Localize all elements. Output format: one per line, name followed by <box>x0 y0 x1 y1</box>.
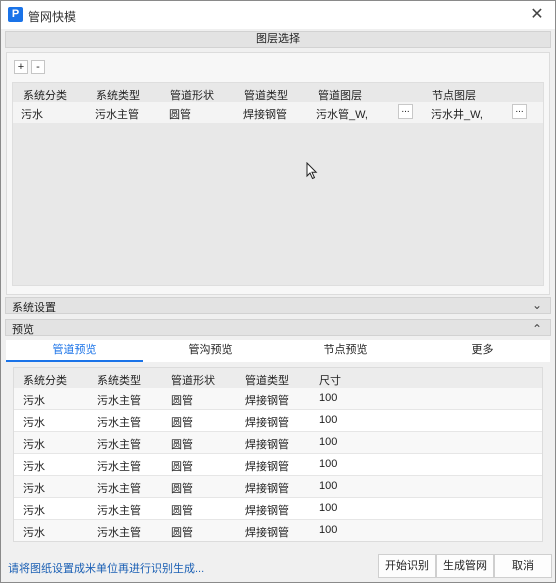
generate-network-button[interactable]: 生成管网 <box>436 554 494 578</box>
table-row[interactable]: 污水 污水主管 圆管 焊接钢管 100 <box>14 454 542 476</box>
layer-grid: 系统分类 系统类型 管道形状 管道类型 管道图层 节点图层 污水 污水主管 圆管… <box>12 82 544 286</box>
remove-row-button[interactable]: - <box>31 60 45 74</box>
tab-trench-preview[interactable]: 管沟预览 <box>143 340 278 362</box>
column-header: 管道形状 <box>170 90 214 102</box>
mouse-pointer-icon <box>306 162 318 180</box>
column-header: 管道类型 <box>244 90 288 102</box>
column-header: 系统类型 <box>97 375 141 387</box>
system-category-cell: 污水 <box>23 505 45 517</box>
column-header: 管道类型 <box>245 375 289 387</box>
system-category-cell: 污水 <box>23 527 45 539</box>
system-settings-header[interactable]: 系统设置 ⌄ <box>5 297 551 314</box>
system-type-cell: 污水主管 <box>97 439 141 451</box>
system-type-cell: 污水主管 <box>97 461 141 473</box>
start-recognition-button[interactable]: 开始识别 <box>378 554 436 578</box>
preview-header[interactable]: 预览 ⌃ <box>5 319 551 336</box>
pipe-type-cell: 焊接钢管 <box>245 417 289 429</box>
pipe-shape-cell: 圆管 <box>171 527 193 539</box>
layer-select-header: 图层选择 <box>5 31 551 48</box>
pipe-shape-cell: 圆管 <box>171 417 193 429</box>
table-row[interactable]: 污水 污水主管 圆管 焊接钢管 100 <box>14 476 542 498</box>
layer-row[interactable]: 污水 污水主管 圆管 焊接钢管 污水管_W, ... 污水井_W, ... <box>13 102 543 123</box>
table-row[interactable]: 污水 污水主管 圆管 焊接钢管 100 <box>14 432 542 454</box>
preview-table-header: 系统分类 系统类型 管道形状 管道类型 尺寸 <box>14 368 542 388</box>
column-header: 系统类型 <box>96 90 140 102</box>
pipe-layer-browse-button[interactable]: ... <box>398 104 413 119</box>
pipe-layer-cell[interactable]: 污水管_W, <box>316 106 368 122</box>
size-cell: 100 <box>319 392 338 404</box>
system-type-cell: 污水主管 <box>97 527 141 539</box>
unit-hint-text: 请将图纸设置成米单位再进行识别生成... <box>8 563 205 575</box>
table-row[interactable]: 污水 污水主管 圆管 焊接钢管 100 <box>14 498 542 520</box>
pipe-type-cell: 焊接钢管 <box>245 439 289 451</box>
system-settings-label: 系统设置 <box>12 302 56 314</box>
system-category-cell: 污水 <box>23 439 45 451</box>
column-header: 尺寸 <box>319 375 341 387</box>
pipe-type-cell: 焊接钢管 <box>243 109 287 121</box>
pipe-shape-cell: 圆管 <box>171 461 193 473</box>
window-title: 管网快模 <box>28 10 77 24</box>
table-row[interactable]: 污水 污水主管 圆管 焊接钢管 100 <box>14 520 542 541</box>
close-icon: ✕ <box>530 6 544 23</box>
system-type-cell: 污水主管 <box>97 395 141 407</box>
dialog-window: P 管网快模 ✕ 图层选择 + - 系统分类 系统类型 管道形状 管道类型 管道… <box>0 0 556 583</box>
column-header: 管道形状 <box>171 375 215 387</box>
size-cell: 100 <box>319 458 338 470</box>
pipe-shape-cell: 圆管 <box>171 395 193 407</box>
chevron-down-icon: ⌄ <box>531 298 542 312</box>
tab-node-preview[interactable]: 节点预览 <box>278 340 413 362</box>
system-category-cell: 污水 <box>23 417 45 429</box>
column-header: 节点图层 <box>432 90 476 102</box>
pipe-shape-cell: 圆管 <box>169 109 191 121</box>
pipe-type-cell: 焊接钢管 <box>245 527 289 539</box>
pipe-type-cell: 焊接钢管 <box>245 395 289 407</box>
size-cell: 100 <box>319 414 338 426</box>
layer-grid-header: 系统分类 系统类型 管道形状 管道类型 管道图层 节点图层 <box>13 84 543 102</box>
table-row[interactable]: 污水 污水主管 圆管 焊接钢管 100 <box>14 410 542 432</box>
pipe-shape-cell: 圆管 <box>171 439 193 451</box>
size-cell: 100 <box>319 502 338 514</box>
system-category-cell: 污水 <box>23 395 45 407</box>
chevron-up-icon: ⌃ <box>531 322 542 336</box>
system-type-cell: 污水主管 <box>95 109 139 121</box>
system-type-cell: 污水主管 <box>97 417 141 429</box>
tab-pipe-preview[interactable]: 管道预览 <box>6 340 143 362</box>
system-type-cell: 污水主管 <box>97 483 141 495</box>
node-layer-browse-button[interactable]: ... <box>512 104 527 119</box>
system-category-cell: 污水 <box>23 461 45 473</box>
size-cell: 100 <box>319 480 338 492</box>
pipe-type-cell: 焊接钢管 <box>245 505 289 517</box>
title-bar: P 管网快模 ✕ <box>1 1 555 29</box>
system-category-cell: 污水 <box>21 109 43 121</box>
layer-select-title: 图层选择 <box>256 33 300 45</box>
column-header: 管道图层 <box>318 90 362 102</box>
pipe-type-cell: 焊接钢管 <box>245 461 289 473</box>
table-row[interactable]: 污水 污水主管 圆管 焊接钢管 100 <box>14 388 542 410</box>
size-cell: 100 <box>319 524 338 536</box>
cancel-button[interactable]: 取消 <box>494 554 552 578</box>
pipe-preview-table: 系统分类 系统类型 管道形状 管道类型 尺寸 污水 污水主管 圆管 焊接钢管 100 污水… <box>13 367 543 542</box>
tab-more[interactable]: 更多 <box>413 340 552 362</box>
layer-panel: + - 系统分类 系统类型 管道形状 管道类型 管道图层 节点图层 污水 污水主… <box>6 52 550 295</box>
preview-tabs: 管道预览 管沟预览 节点预览 更多 <box>6 340 550 362</box>
column-header: 系统分类 <box>23 375 67 387</box>
size-cell: 100 <box>319 436 338 448</box>
node-layer-cell[interactable]: 污水井_W, <box>431 106 483 122</box>
pipe-type-cell: 焊接钢管 <box>245 483 289 495</box>
close-button[interactable]: ✕ <box>527 5 547 25</box>
add-row-button[interactable]: + <box>14 60 28 74</box>
system-type-cell: 污水主管 <box>97 505 141 517</box>
column-header: 系统分类 <box>23 90 67 102</box>
app-logo-icon: P <box>8 7 23 22</box>
pipe-shape-cell: 圆管 <box>171 505 193 517</box>
pipe-shape-cell: 圆管 <box>171 483 193 495</box>
preview-label: 预览 <box>12 324 34 336</box>
system-category-cell: 污水 <box>23 483 45 495</box>
